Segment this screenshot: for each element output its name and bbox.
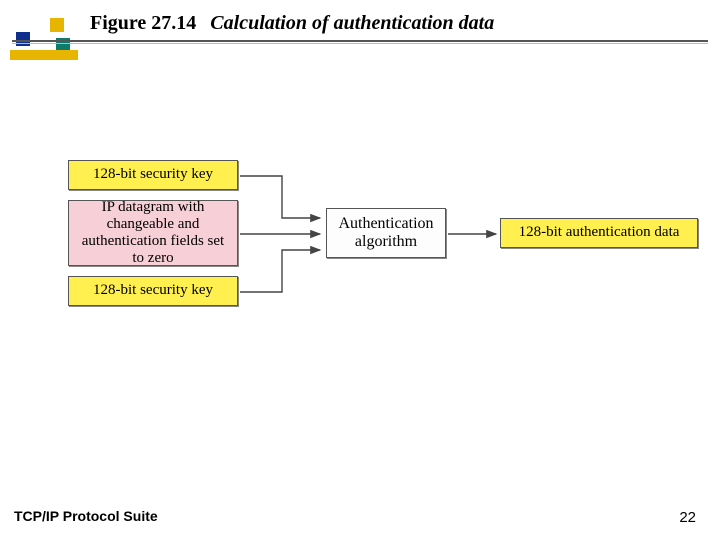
diagram: 128-bit security key IP datagram with ch… [20,160,700,360]
figure-label: Figure 27.14 [90,12,196,35]
title-rule [12,40,708,42]
logo-bar-gold [10,50,78,60]
output-auth-data: 128-bit authentication data [500,218,698,248]
slide: Figure 27.14 Calculation of authenticati… [0,0,720,540]
figure-title: Calculation of authentication data [210,12,494,35]
title-rule-shadow [12,43,708,44]
input-datagram: IP datagram with changeable and authenti… [68,200,238,266]
footer-source: TCP/IP Protocol Suite [14,508,158,524]
input-key-top: 128-bit security key [68,160,238,190]
title-bar: Figure 27.14 Calculation of authenticati… [0,12,720,35]
footer-page: 22 [679,509,696,526]
process-algorithm: Authentication algorithm [326,208,446,258]
input-key-bottom: 128-bit security key [68,276,238,306]
